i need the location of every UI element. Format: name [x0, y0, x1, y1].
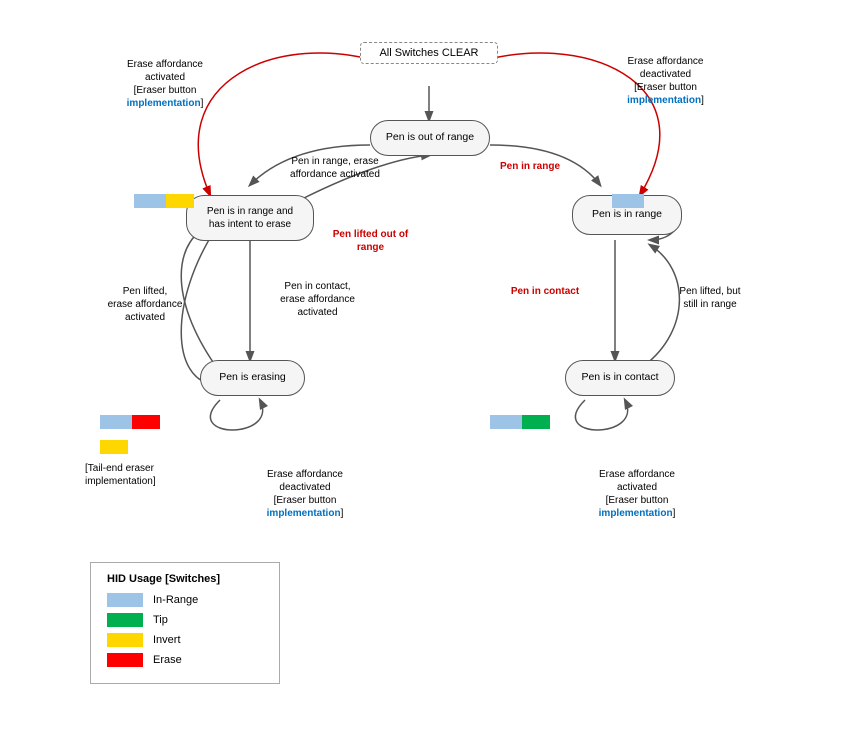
- label-t6: Pen lifted,erase affordanceactivated: [90, 285, 200, 324]
- label-t11: Erase affordanceactivated[Eraser buttoni…: [572, 468, 702, 520]
- legend-row-invert: Invert: [107, 633, 263, 647]
- pen-out-of-range-label: Pen is out of range: [386, 131, 474, 145]
- sw-blue-inrange: [134, 194, 166, 208]
- label-t5: Pen lifted out ofrange: [318, 228, 423, 254]
- label-t2: Erase affordancedeactivated[Eraser butto…: [598, 55, 733, 107]
- label-t3: Pen in range, eraseaffordance activated: [270, 155, 400, 181]
- legend-label-erase: Erase: [153, 654, 182, 666]
- switch-bar-in-range: [612, 194, 644, 208]
- pen-in-contact-label: Pen is in contact: [581, 371, 658, 385]
- all-switches-clear-label: All Switches CLEAR: [379, 47, 478, 59]
- sw-green-contact: [522, 415, 550, 429]
- pen-is-erasing-node: Pen is erasing: [200, 360, 305, 396]
- sw-blue-contact: [490, 415, 522, 429]
- legend-row-tip: Tip: [107, 613, 263, 627]
- legend-label-invert: Invert: [153, 634, 181, 646]
- legend-swatch-invert: [107, 633, 143, 647]
- legend-swatch-erase: [107, 653, 143, 667]
- label-t8: Pen in contact: [505, 285, 585, 298]
- all-switches-clear-box: All Switches CLEAR: [360, 42, 498, 64]
- legend-label-inrange: In-Range: [153, 594, 198, 606]
- legend-label-tip: Tip: [153, 614, 168, 626]
- pen-in-range-label: Pen is in range: [592, 208, 662, 222]
- switch-bar-tail-end: [100, 440, 128, 454]
- label-t4: Pen in range: [490, 160, 570, 173]
- label-t1: Erase affordanceactivated[Eraser buttoni…: [100, 58, 230, 110]
- sw-blue-erasing: [100, 415, 132, 429]
- pen-in-range-erase-label: Pen is in range and has intent to erase: [207, 205, 293, 231]
- label-t9: Pen lifted, butstill in range: [665, 285, 755, 311]
- legend-row-erase: Erase: [107, 653, 263, 667]
- sw-yellow-tail: [100, 440, 128, 454]
- pen-in-range-erase-node: Pen is in range and has intent to erase: [186, 195, 314, 241]
- legend-title: HID Usage [Switches]: [107, 573, 263, 585]
- pen-out-of-range-node: Pen is out of range: [370, 120, 490, 156]
- label-t7: Pen in contact,erase affordanceactivated: [260, 280, 375, 319]
- label-t10: Erase affordancedeactivated[Eraser butto…: [240, 468, 370, 520]
- switch-bar-erasing: [100, 415, 160, 429]
- sw-red-erasing: [132, 415, 160, 429]
- diagram-container: All Switches CLEAR Pen is out of range P…: [0, 0, 864, 755]
- pen-is-erasing-label: Pen is erasing: [219, 371, 286, 385]
- legend-row-inrange: In-Range: [107, 593, 263, 607]
- legend-box: HID Usage [Switches] In-Range Tip Invert…: [90, 562, 280, 684]
- sw-blue-inrange2: [612, 194, 644, 208]
- switch-bar-contact: [490, 415, 550, 429]
- switch-bar-in-range-erase: [134, 194, 194, 208]
- label-tail-end: [Tail-end eraserimplementation]: [85, 462, 205, 488]
- legend-swatch-tip: [107, 613, 143, 627]
- pen-in-contact-node: Pen is in contact: [565, 360, 675, 396]
- sw-yellow-invert: [166, 194, 194, 208]
- legend-swatch-inrange: [107, 593, 143, 607]
